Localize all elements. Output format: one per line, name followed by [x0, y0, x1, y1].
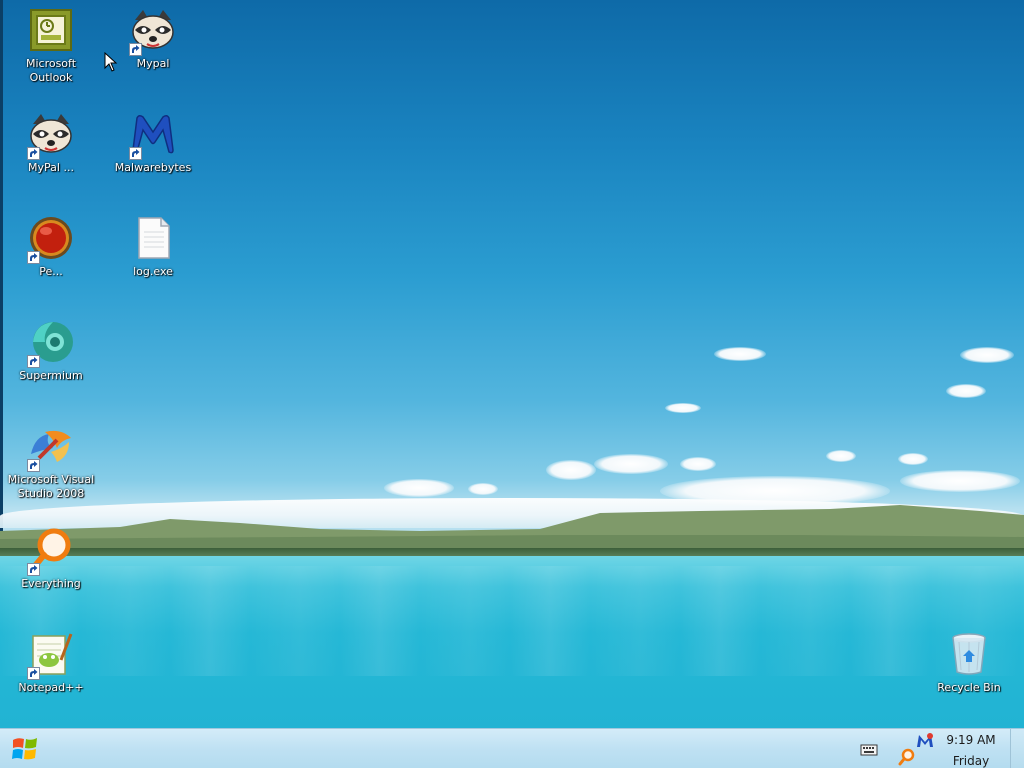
icon-label: Pe... [39, 265, 63, 278]
taskbar: 9:19 AM Friday [0, 728, 1024, 768]
cloud [714, 347, 766, 361]
icon-label: log.exe [133, 265, 173, 278]
desktop-icon-malwarebytes[interactable]: Malwarebytes [103, 106, 203, 202]
cloud [468, 483, 498, 495]
clock-time: 9:19 AM [946, 733, 996, 747]
keyboard-icon[interactable] [860, 740, 878, 758]
icon-label: MyPal ... [28, 161, 74, 174]
desktop-icon-pe[interactable]: Pe... [1, 210, 101, 306]
shortcut-arrow-icon [129, 43, 142, 56]
cloud [384, 479, 454, 497]
cloud [826, 450, 856, 462]
cloud [665, 403, 701, 413]
shortcut-arrow-icon [129, 147, 142, 160]
shortcut-arrow-icon [27, 251, 40, 264]
cloud [898, 453, 928, 465]
cloud [594, 454, 668, 474]
shortcut-arrow-icon [27, 147, 40, 160]
windows-logo-icon [6, 738, 44, 769]
icon-label: Supermium [19, 369, 83, 382]
clock-day: Friday [952, 754, 990, 768]
desktop-icon-supermium[interactable]: Supermium [1, 314, 101, 410]
desktop-icon-recycle-bin[interactable]: Recycle Bin [919, 626, 1019, 722]
mouse-cursor-icon [104, 52, 118, 72]
desktop-icon-log-exe[interactable]: log.exe [103, 210, 203, 306]
desktop-icon-microsoft-outlook[interactable]: Microsoft Outlook [1, 2, 101, 98]
start-button[interactable] [6, 733, 44, 765]
icon-label: Notepad++ [18, 681, 84, 694]
icon-label: Microsoft Outlook [25, 57, 77, 84]
shortcut-arrow-icon [27, 459, 40, 472]
icon-label: Mypal [136, 57, 170, 70]
cloud [946, 384, 986, 398]
icon-label: Recycle Bin [937, 681, 1001, 694]
malwarebytes-tray-icon[interactable] [916, 732, 934, 750]
desktop-icon-mypal-2[interactable]: MyPal ... [1, 106, 101, 202]
search-tray-icon[interactable] [898, 748, 916, 766]
cloud [680, 457, 716, 471]
lake-reflection [0, 566, 1024, 676]
desktop-icon-mypal[interactable]: Mypal [103, 2, 203, 98]
desktop-background: Microsoft Outlook Mypal MyPal ... Malwar… [0, 0, 1024, 728]
outlook-icon [27, 6, 75, 54]
show-desktop-button[interactable] [1010, 729, 1024, 768]
system-tray: 9:19 AM Friday [844, 729, 1024, 769]
recycle-bin-icon [945, 630, 993, 678]
desktop-icon-notepadpp[interactable]: Notepad++ [1, 626, 101, 722]
cloud [900, 470, 1020, 492]
shortcut-arrow-icon [27, 563, 40, 576]
clock[interactable]: 9:19 AM Friday [936, 731, 1006, 770]
desktop-icon-visual-studio-2008[interactable]: Microsoft Visual Studio 2008 [1, 418, 101, 528]
shortcut-arrow-icon [27, 667, 40, 680]
shortcut-arrow-icon [27, 355, 40, 368]
cloud [546, 460, 596, 480]
cloud [960, 347, 1014, 363]
icon-label: Everything [21, 577, 81, 590]
desktop-icon-everything[interactable]: Everything [1, 522, 101, 618]
document-icon [129, 214, 177, 262]
icon-label: Malwarebytes [114, 161, 192, 174]
icon-label: Microsoft Visual Studio 2008 [7, 473, 95, 500]
